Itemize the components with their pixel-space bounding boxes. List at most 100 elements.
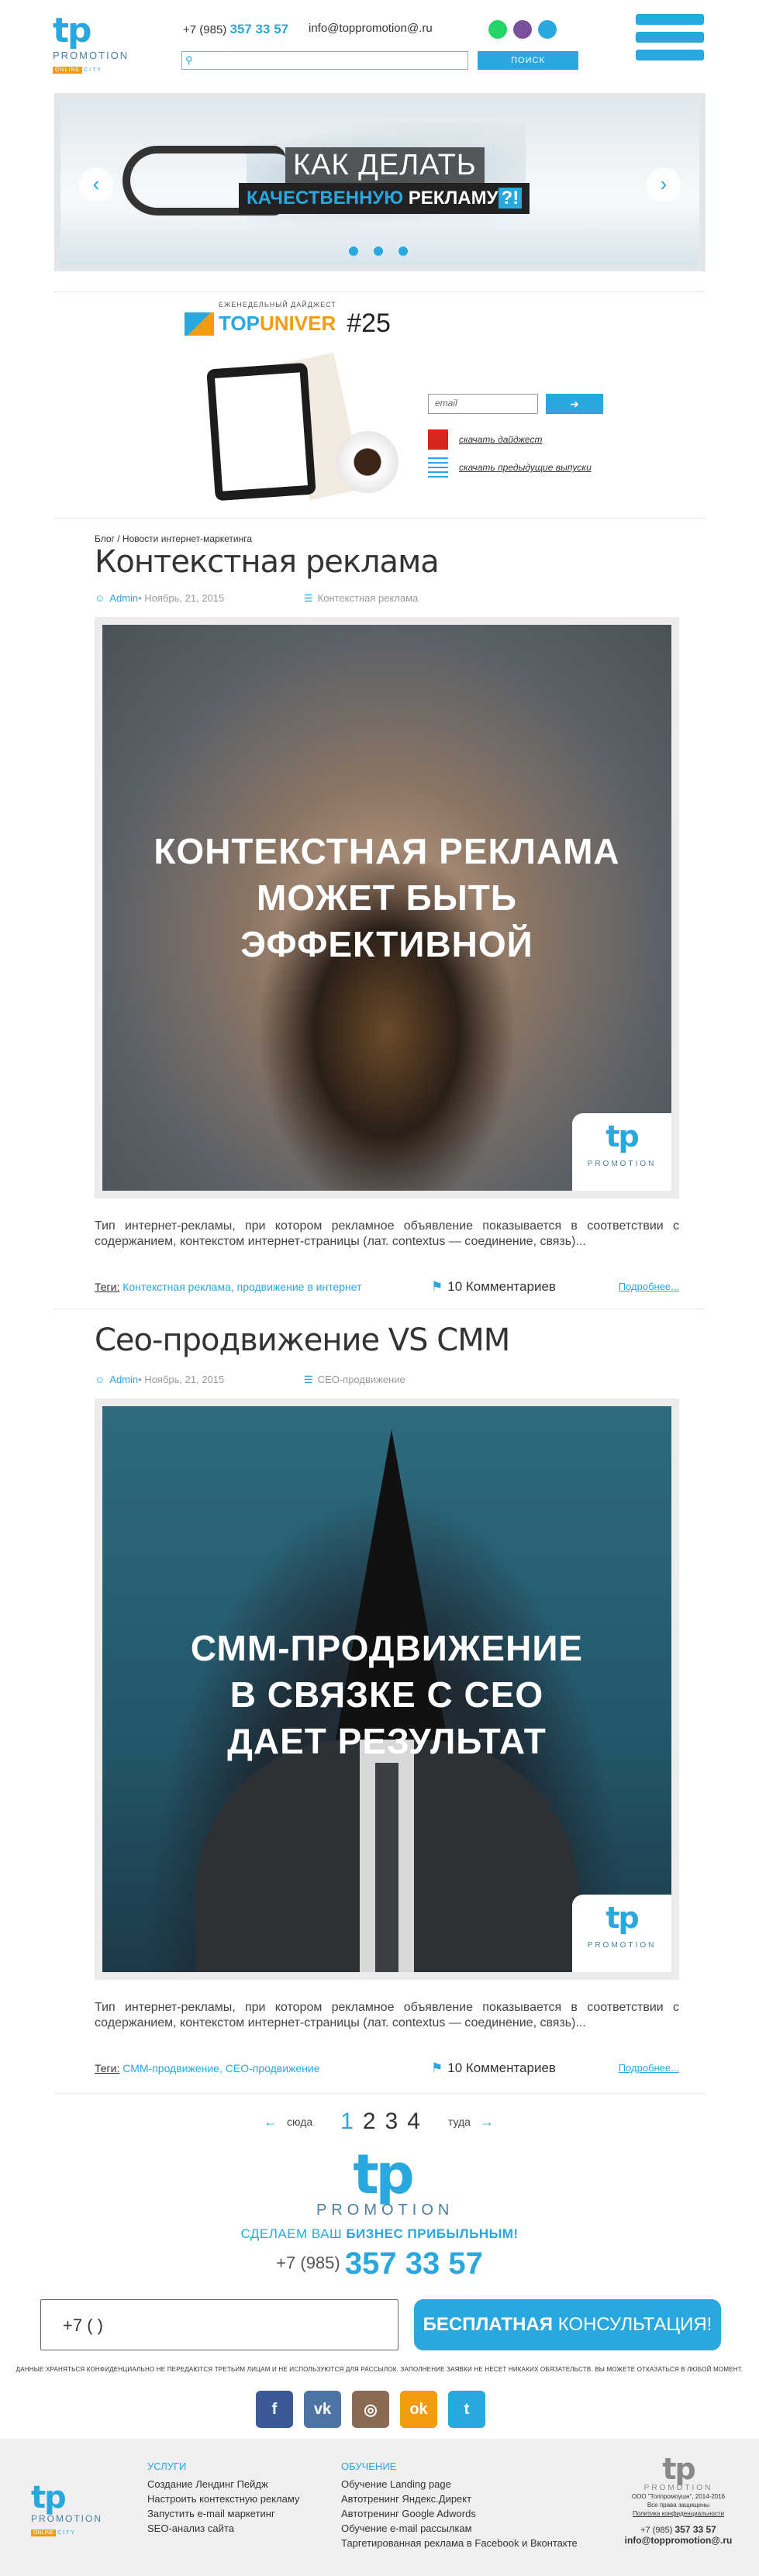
footer-link[interactable]: Запустить e-mail маркетинг — [147, 2506, 299, 2521]
footer-link[interactable]: Настроить контекстную рекламу — [147, 2492, 299, 2506]
footer-phone-number: 357 33 57 — [674, 2524, 716, 2535]
digest-univer: UNIVER — [259, 312, 336, 335]
footer-logo[interactable]: tp PROMOTION ONLINE CITY — [31, 2482, 109, 2538]
login-icon: ➜ — [570, 398, 579, 410]
arrow-right-icon[interactable]: → — [480, 2114, 494, 2130]
footer-link[interactable]: Создание Лендинг Пейдж — [147, 2477, 299, 2492]
promo-logo-mark: tp — [353, 2143, 415, 2206]
page-number[interactable]: 1 — [340, 2109, 354, 2135]
logo-mark: tp — [53, 11, 92, 50]
post-author[interactable]: Admin — [109, 1374, 138, 1385]
slide-subline: КАЧЕСТВЕННУЮ РЕКЛАМУ?! — [239, 183, 530, 214]
header-email[interactable]: info@toppromotion@.ru — [309, 22, 433, 35]
footer-copyright: ООО "Топпромоушн", 2014-2016 — [631, 2493, 726, 2500]
digest-submit-button[interactable]: ➜ — [546, 394, 603, 414]
slide-headline: КАК ДЕЛАТЬ — [285, 147, 485, 183]
whatsapp-icon[interactable] — [488, 20, 507, 39]
post-image[interactable]: СММ-ПРОДВИЖЕНИЕ В СВЯЗКЕ С СЕО ДАЕТ РЕЗУ… — [95, 1398, 679, 1980]
footer-phone[interactable]: +7 (985) 357 33 57 — [620, 2524, 737, 2535]
post-author[interactable]: Admin — [109, 592, 138, 604]
instagram-icon[interactable]: ◎ — [352, 2391, 389, 2428]
search-icon: ⚲ — [185, 54, 193, 66]
burger-bar — [636, 14, 704, 25]
hero-slider: КАК ДЕЛАТЬ КАЧЕСТВЕННУЮ РЕКЛАМУ?! ‹ › — [54, 93, 706, 271]
footer-link[interactable]: SEO-анализ сайта — [147, 2521, 299, 2536]
phone-input[interactable]: +7 ( ) — [40, 2299, 398, 2350]
promo-phone-prefix: +7 (985) — [276, 2253, 340, 2273]
post-image-area: СММ-ПРОДВИЖЕНИЕ В СВЯЗКЕ С СЕО ДАЕТ РЕЗУ… — [102, 1406, 671, 1972]
telegram-icon[interactable] — [538, 20, 557, 39]
burger-bar — [636, 32, 704, 43]
read-more-link[interactable]: Подробнее... — [619, 1281, 679, 1292]
viber-icon[interactable] — [513, 20, 532, 39]
digest-download-link[interactable]: скачать дайджест — [428, 429, 542, 450]
header-social-icons — [488, 20, 557, 39]
page-number[interactable]: 2 — [363, 2109, 376, 2135]
header: tp PROMOTION ONLINE CITY +7 (985) 357 33 … — [0, 0, 759, 85]
page: tp PROMOTION ONLINE CITY +7 (985) 357 33 … — [0, 0, 759, 2576]
post-image-badge: tp PROMOTION — [572, 1895, 671, 1972]
facebook-icon[interactable]: f — [256, 2391, 293, 2428]
read-more-link[interactable]: Подробнее... — [619, 2062, 679, 2074]
post-image[interactable]: КОНТЕКСТНАЯ РЕКЛАМА МОЖЕТ БЫТЬ ЭФФЕКТИВН… — [95, 617, 679, 1198]
post-category[interactable]: ☰ СЕО-продвижение — [304, 1374, 405, 1386]
post-image-caption: СММ-ПРОДВИЖЕНИЕ В СВЯЗКЕ С СЕО ДАЕТ РЕЗУ… — [102, 1625, 671, 1764]
caption-line: В СВЯЗКЕ С СЕО — [229, 1674, 544, 1715]
post-tags-row: Теги: Контекстная реклама, продвижение в… — [95, 1279, 679, 1295]
post-tags[interactable]: Контекстная реклама, продвижение в интер… — [122, 1281, 361, 1293]
footer-link[interactable]: Обучение Landing page — [341, 2477, 578, 2492]
post-comments[interactable]: ⚑ 10 Комментариев — [431, 2060, 556, 2076]
footer-contacts: tp PROMOTION ООО "Топпромоушн", 2014-201… — [620, 2454, 737, 2546]
page-number[interactable]: 3 — [385, 2109, 398, 2135]
post-title[interactable]: Контекстная реклама — [95, 544, 440, 580]
pagination-prev[interactable]: сюда — [287, 2116, 312, 2128]
slide-subline-rest: РЕКЛАМУ — [408, 188, 499, 209]
post-comments[interactable]: ⚑ 10 Комментариев — [431, 1279, 556, 1295]
digest-number: #25 — [347, 309, 391, 338]
post-tags[interactable]: СММ-продвижение, СЕО-продвижение — [122, 2062, 319, 2074]
footer-link[interactable]: Таргетированная реклама в Facebook и Вко… — [341, 2536, 578, 2550]
digest-email-input[interactable]: email — [428, 394, 538, 414]
digest-previous-link[interactable]: скачать предыдущие выпуски — [428, 457, 592, 478]
post-meta: ☺ Admin • Ноябрь, 21, 2015 — [95, 592, 224, 604]
menu-burger-button[interactable] — [636, 14, 704, 73]
slider-dot[interactable] — [374, 247, 383, 256]
promo-phone[interactable]: +7 (985) 357 33 57 — [0, 2247, 759, 2281]
logo-word: PROMOTION — [53, 50, 129, 61]
post-excerpt: Тип интернет-рекламы, при котором реклам… — [95, 1219, 679, 1248]
post-category[interactable]: ☰ Контекстная реклама — [304, 592, 418, 605]
footer-link[interactable]: Обучение e-mail рассылкам — [341, 2521, 578, 2536]
arrow-left-icon[interactable]: ← — [264, 2114, 278, 2130]
footer-rights: Все права защищены — [647, 2502, 710, 2509]
post-date: • Ноябрь, 21, 2015 — [138, 592, 225, 604]
odnoklassniki-icon[interactable]: ok — [400, 2391, 437, 2428]
list-icon: ☰ — [304, 592, 313, 604]
footer-services: УСЛУГИ Создание Лендинг Пейдж Настроить … — [147, 2459, 299, 2536]
site-logo[interactable]: tp PROMOTION ONLINE CITY — [53, 11, 130, 74]
header-phone[interactable]: +7 (985) 357 33 57 — [183, 22, 288, 37]
free-consultation-button[interactable]: БЕСПЛАТНАЯ КОНСУЛЬТАЦИЯ! — [414, 2299, 721, 2350]
footer-link[interactable]: Автотренинг Google Adwords — [341, 2506, 578, 2521]
badge-word: PROMOTION — [587, 1941, 657, 1950]
vk-icon[interactable]: vk — [304, 2391, 341, 2428]
burger-bar — [636, 50, 704, 60]
footer-email[interactable]: info@toppromotion@.ru — [620, 2535, 737, 2546]
slider-dot[interactable] — [398, 247, 408, 256]
slider-next-button[interactable]: › — [647, 167, 681, 202]
slider-prev-button[interactable]: ‹ — [79, 167, 113, 202]
caption-line: МОЖЕТ БЫТЬ — [257, 878, 517, 918]
slider-dot[interactable] — [349, 247, 358, 256]
search-button[interactable]: ПОИСК — [478, 51, 578, 70]
user-icon: ☺ — [95, 1374, 105, 1385]
footer-privacy-link[interactable]: Политика конфиденциальности — [620, 2509, 737, 2518]
pagination-next[interactable]: туда — [448, 2116, 471, 2128]
breadcrumb[interactable]: Блог / Новости интернет-маркетинга — [95, 533, 252, 544]
page-number[interactable]: 4 — [407, 2109, 420, 2135]
consult-rest: КОНСУЛЬТАЦИЯ! — [553, 2314, 712, 2335]
footer-link[interactable]: Автотренинг Яндекс.Директ — [341, 2492, 578, 2506]
twitter-icon[interactable]: t — [448, 2391, 485, 2428]
search-input[interactable]: ⚲ — [181, 51, 468, 70]
post-meta: ☺ Admin • Ноябрь, 21, 2015 — [95, 1374, 224, 1385]
slogan-start: СДЕЛАЕМ ВАШ — [240, 2226, 347, 2241]
post-title[interactable]: Сео-продвижение VS СММ — [95, 1322, 510, 1358]
